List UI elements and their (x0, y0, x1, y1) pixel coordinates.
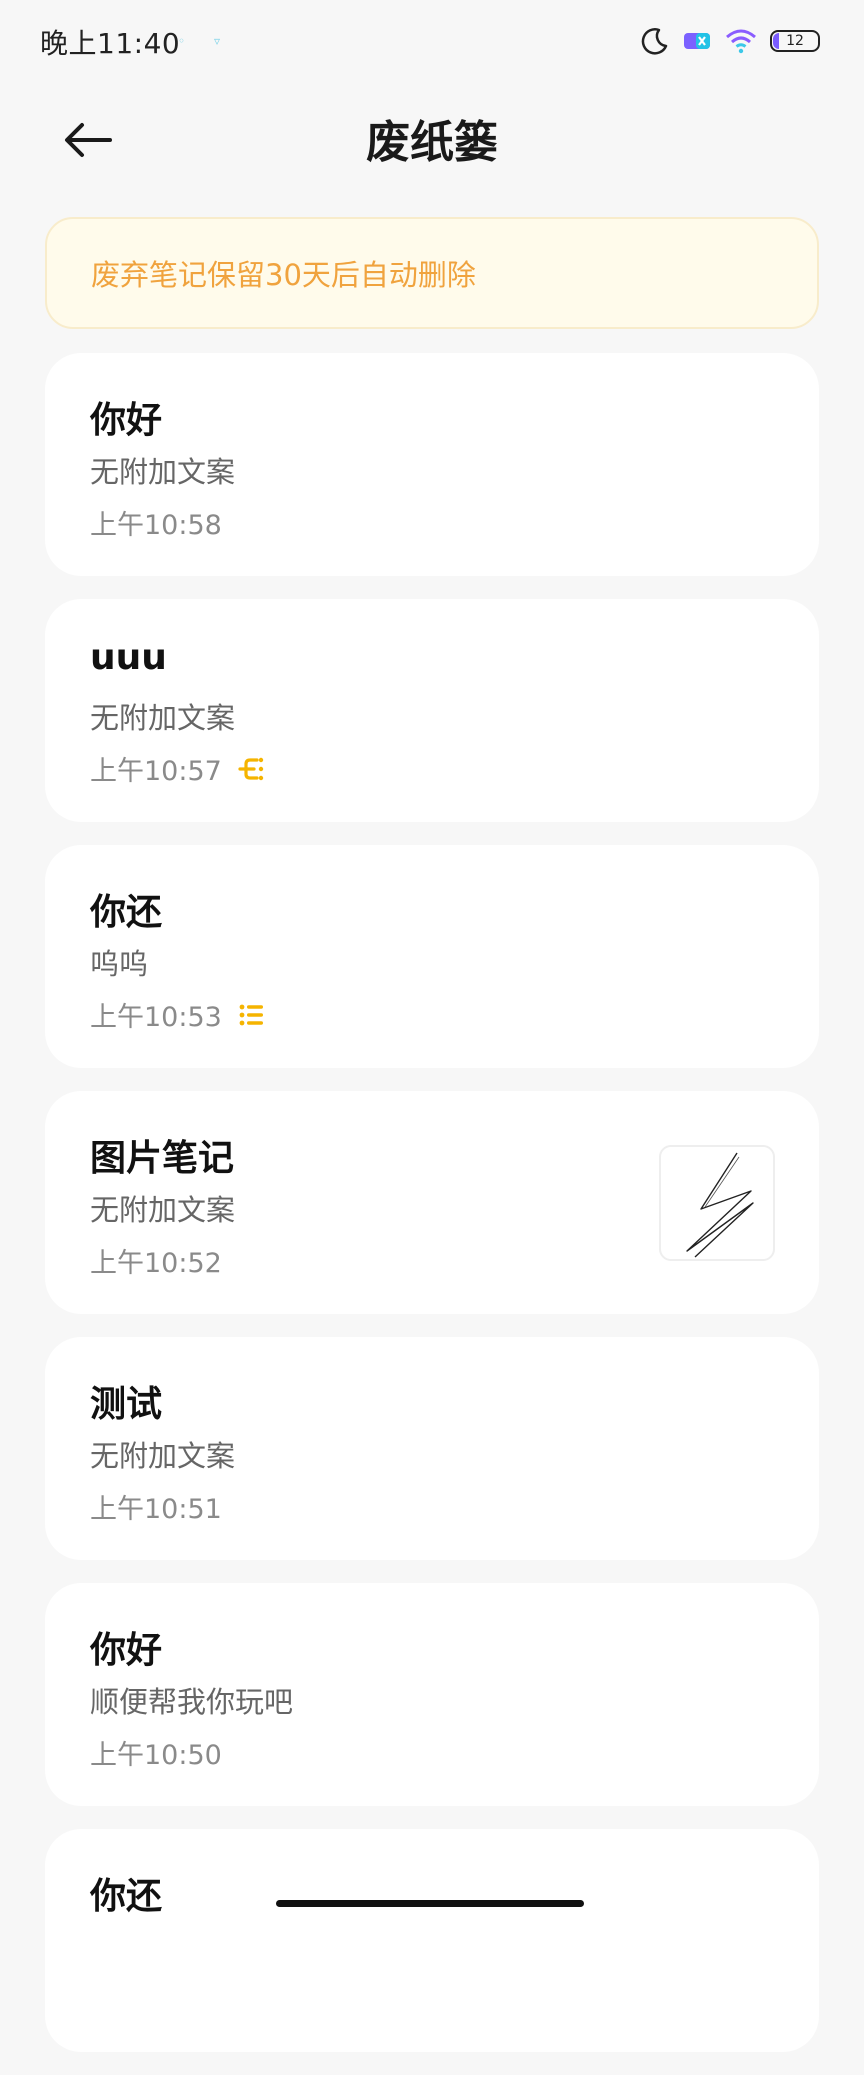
note-time: 上午10:50 (90, 1740, 222, 1771)
mind-map-icon (236, 754, 266, 784)
note-time: 上午10:52 (90, 1248, 222, 1279)
note-list: 你好 无附加文案 上午10:58 uuu 无附加文案 上午10:57 你还 呜呜 (45, 353, 819, 2075)
note-description: 无附加文案 (90, 1439, 236, 1473)
note-card[interactable]: 你还 (45, 1829, 819, 2052)
note-meta: 上午10:57 (90, 749, 266, 788)
note-title: 图片笔记 (90, 1138, 235, 1179)
checklist-icon (236, 1000, 266, 1030)
app-notification-icon (684, 33, 710, 49)
battery-icon: 12 (770, 30, 820, 52)
note-meta: 上午10:58 (90, 503, 222, 542)
header: 废纸篓 (0, 84, 864, 188)
note-title: 测试 (90, 1384, 163, 1425)
notice-text: 废弃笔记保留30天后自动删除 (91, 258, 476, 292)
note-time: 上午10:57 (90, 756, 222, 787)
note-title: 你好 (90, 400, 163, 441)
note-description: 顺便帮我你玩吧 (90, 1685, 294, 1719)
status-bar: 晚上11:40 ◦ ▿ 12 (0, 0, 864, 84)
note-card[interactable]: 你还 呜呜 上午10:53 (45, 845, 819, 1068)
page-title: 废纸篓 (366, 117, 498, 168)
note-time: 上午10:51 (90, 1494, 222, 1525)
note-meta: 上午10:52 (90, 1241, 222, 1280)
wifi-icon (726, 29, 756, 54)
notification-dot-icon: ▿ (214, 34, 221, 48)
auto-delete-notice: 废弃笔记保留30天后自动删除 (45, 217, 819, 329)
note-description: 无附加文案 (90, 701, 236, 735)
note-description: 呜呜 (90, 947, 149, 981)
note-card[interactable]: 测试 无附加文案 上午10:51 (45, 1337, 819, 1560)
note-time: 上午10:58 (90, 510, 222, 541)
note-card[interactable]: 你好 无附加文案 上午10:58 (45, 353, 819, 576)
note-thumbnail (659, 1145, 775, 1261)
battery-level: 12 (786, 33, 804, 49)
note-title: 你还 (90, 1876, 163, 1917)
note-title: uuu (90, 637, 167, 678)
note-card[interactable]: 图片笔记 无附加文案 上午10:52 (45, 1091, 819, 1314)
moon-icon (641, 28, 668, 55)
note-meta: 上午10:51 (90, 1487, 222, 1526)
notification-dot-icon: ◦ (178, 34, 186, 48)
note-description: 无附加文案 (90, 1193, 236, 1227)
note-title: 你还 (90, 892, 163, 933)
status-icons: 12 (640, 26, 820, 56)
note-card[interactable]: uuu 无附加文案 上午10:57 (45, 599, 819, 822)
handwriting-sketch-image (686, 1152, 754, 1258)
note-card[interactable]: 你好 顺便帮我你玩吧 上午10:50 (45, 1583, 819, 1806)
note-meta: 上午10:53 (90, 995, 266, 1034)
note-meta: 上午10:50 (90, 1733, 222, 1772)
note-title: 你好 (90, 1630, 163, 1671)
home-indicator[interactable] (276, 1900, 584, 1907)
note-description: 无附加文案 (90, 455, 236, 489)
note-time: 上午10:53 (90, 1002, 222, 1033)
status-time: 晚上11:40 (40, 27, 181, 60)
